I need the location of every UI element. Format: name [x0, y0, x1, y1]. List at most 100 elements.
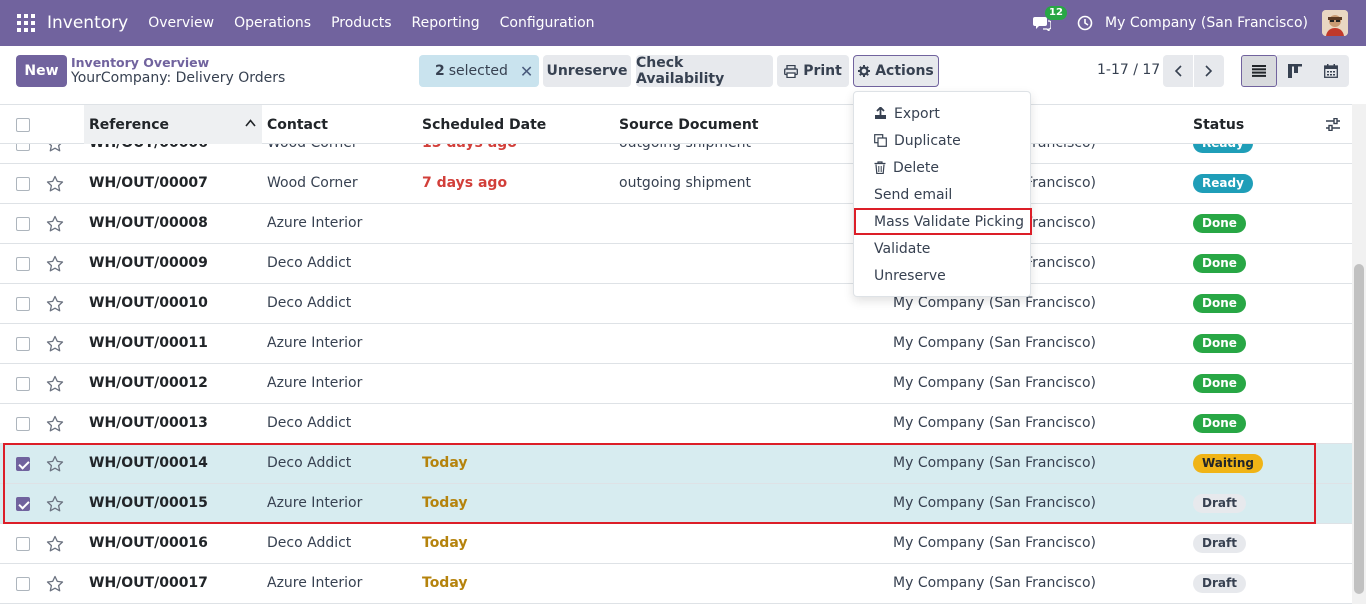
- status-badge: Draft: [1193, 534, 1246, 553]
- company-switcher[interactable]: My Company (San Francisco): [1105, 15, 1308, 31]
- selection-indicator: 2 selected ✕: [419, 55, 539, 87]
- chevron-left-icon: [1174, 65, 1182, 77]
- pager-next-button[interactable]: [1194, 55, 1224, 87]
- menu-item-validate[interactable]: Validate: [854, 235, 1030, 262]
- menu-item-send-email[interactable]: Send email: [854, 181, 1030, 208]
- row-checkbox[interactable]: [16, 337, 30, 351]
- status-badge: Done: [1193, 414, 1246, 433]
- contact-cell: Deco Addict: [267, 255, 352, 271]
- row-checkbox[interactable]: [16, 577, 30, 591]
- favorite-star-icon[interactable]: [46, 455, 64, 473]
- row-checkbox[interactable]: [16, 217, 30, 231]
- row-checkbox[interactable]: [16, 257, 30, 271]
- header-reference[interactable]: Reference: [89, 117, 169, 133]
- favorite-star-icon[interactable]: [46, 495, 64, 513]
- table-row[interactable]: WH/OUT/00017 Azure Interior Today My Compan…: [0, 564, 1352, 604]
- pager-value[interactable]: 1-17 / 17: [1097, 62, 1160, 78]
- breadcrumb-parent[interactable]: Inventory Overview: [71, 55, 209, 70]
- table-row[interactable]: WH/OUT/00014 Deco Addict Today My Company (…: [0, 444, 1352, 484]
- list-scrollbar[interactable]: [1352, 104, 1366, 604]
- menu-item-duplicate[interactable]: Duplicate: [854, 127, 1030, 154]
- list-view-button[interactable]: [1241, 55, 1277, 87]
- reference-cell: WH/OUT/00010: [89, 295, 208, 311]
- table-row[interactable]: WH/OUT/00007 Wood Corner 7 days ago outgoin…: [0, 164, 1352, 204]
- scrollbar-thumb[interactable]: [1354, 264, 1364, 594]
- clock-icon[interactable]: [1077, 15, 1093, 31]
- favorite-star-icon[interactable]: [46, 215, 64, 233]
- select-all-checkbox[interactable]: [16, 118, 30, 132]
- row-checkbox[interactable]: [16, 377, 30, 391]
- menu-item-delete[interactable]: Delete: [854, 154, 1030, 181]
- scheduled-date-cell: Today: [422, 575, 468, 591]
- selected-count: 2: [435, 63, 445, 79]
- favorite-star-icon[interactable]: [46, 255, 64, 273]
- optional-columns-icon[interactable]: [1326, 118, 1340, 131]
- row-checkbox[interactable]: [16, 177, 30, 191]
- menu-item-unreserve[interactable]: Unreserve: [854, 262, 1030, 289]
- favorite-star-icon[interactable]: [46, 295, 64, 313]
- unreserve-button[interactable]: Unreserve: [543, 55, 631, 87]
- favorite-star-icon[interactable]: [46, 415, 64, 433]
- menu-operations[interactable]: Operations: [224, 15, 321, 31]
- menu-overview[interactable]: Overview: [138, 15, 224, 31]
- row-checkbox[interactable]: [16, 297, 30, 311]
- table-row[interactable]: WH/OUT/00010 Deco Addict My Company (San F…: [0, 284, 1352, 324]
- print-icon: [784, 64, 799, 78]
- scheduled-date-cell: Today: [422, 535, 468, 551]
- clear-selection-icon[interactable]: ✕: [520, 62, 533, 81]
- check-availability-button[interactable]: Check Availability: [636, 55, 773, 87]
- row-checkbox[interactable]: [16, 417, 30, 431]
- menu-configuration[interactable]: Configuration: [490, 15, 605, 31]
- favorite-star-icon[interactable]: [46, 535, 64, 553]
- row-checkbox[interactable]: [16, 497, 30, 511]
- header-source-document[interactable]: Source Document: [619, 117, 759, 133]
- row-checkbox[interactable]: [16, 537, 30, 551]
- chat-icon[interactable]: 12: [1033, 6, 1067, 33]
- favorite-star-icon[interactable]: [46, 575, 64, 593]
- reference-cell: WH/OUT/00016: [89, 535, 208, 551]
- actions-button[interactable]: Actions: [853, 55, 939, 87]
- print-button[interactable]: Print: [777, 55, 849, 87]
- table-row[interactable]: WH/OUT/00008Azure InteriorMy Company (Sa…: [0, 204, 1352, 244]
- pager-previous-button[interactable]: [1163, 55, 1193, 87]
- scheduled-date-cell: Today: [422, 455, 468, 471]
- reference-cell: WH/OUT/00007: [89, 175, 208, 191]
- favorite-star-icon[interactable]: [46, 175, 64, 193]
- favorite-star-icon[interactable]: [46, 375, 64, 393]
- table-row[interactable]: WH/OUT/00011 Azure Interior My Company (Sa…: [0, 324, 1352, 364]
- row-checkbox[interactable]: [16, 457, 30, 471]
- top-navbar: Inventory Overview Operations Products R…: [0, 0, 1366, 46]
- app-name[interactable]: Inventory: [47, 13, 128, 33]
- chat-count-badge: 12: [1045, 6, 1067, 20]
- table-row[interactable]: WH/OUT/00012 Azure Interior My Company (Sa…: [0, 364, 1352, 404]
- menu-products[interactable]: Products: [321, 15, 401, 31]
- header-status[interactable]: Status: [1193, 117, 1244, 133]
- company-cell: My Company (San Francisco): [893, 375, 1096, 391]
- table-row[interactable]: WH/OUT/00016 Deco Addict Today My Company (…: [0, 524, 1352, 564]
- calendar-view-button[interactable]: [1313, 55, 1349, 87]
- apps-menu-icon[interactable]: [17, 14, 35, 32]
- table-row[interactable]: WH/OUT/00013 Deco Addict My Company (San F…: [0, 404, 1352, 444]
- favorite-star-icon[interactable]: [46, 335, 64, 353]
- header-scheduled-date[interactable]: Scheduled Date: [422, 117, 546, 133]
- user-avatar[interactable]: [1322, 10, 1348, 36]
- company-cell: My Company (San Francisco): [893, 495, 1096, 511]
- company-cell: My Company (San Francisco): [893, 455, 1096, 471]
- kanban-view-button[interactable]: [1277, 55, 1313, 87]
- duplicate-icon: [874, 134, 887, 147]
- menu-item-export-label: Export: [894, 105, 940, 122]
- menu-reporting[interactable]: Reporting: [402, 15, 490, 31]
- sort-ascending-icon[interactable]: [245, 119, 256, 127]
- print-label: Print: [803, 63, 842, 79]
- header-contact[interactable]: Contact: [267, 117, 328, 133]
- table-row[interactable]: WH/OUT/00009Deco AddictMy Company (San F…: [0, 244, 1352, 284]
- status-badge: Done: [1193, 294, 1246, 313]
- menu-item-export[interactable]: Export: [854, 100, 1030, 127]
- status-badge: Ready: [1193, 174, 1253, 193]
- table-row[interactable]: WH/OUT/00015 Azure Interior Today My Compan…: [0, 484, 1352, 524]
- new-button[interactable]: New: [16, 55, 67, 87]
- reference-cell: WH/OUT/00015: [89, 495, 208, 511]
- menu-item-mass-validate-picking[interactable]: Mass Validate Picking: [854, 208, 1032, 235]
- source-document-cell: outgoing shipment: [619, 175, 752, 191]
- company-cell: My Company (San Francisco): [893, 415, 1096, 431]
